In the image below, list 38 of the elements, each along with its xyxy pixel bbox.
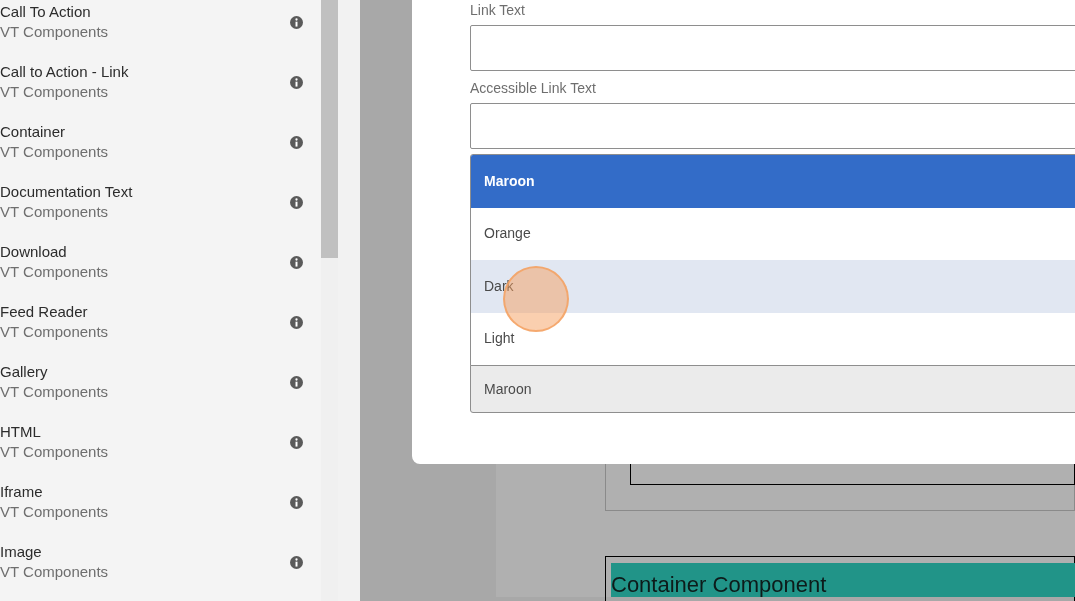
- component-group: VT Components: [0, 322, 290, 342]
- info-icon[interactable]: [290, 195, 303, 209]
- component-group: VT Components: [0, 502, 290, 522]
- component-name: Container: [0, 122, 67, 142]
- component-name: Iframe: [0, 482, 44, 502]
- text-field[interactable]: [470, 103, 1075, 149]
- info-icon[interactable]: [290, 135, 303, 149]
- info-icon[interactable]: [290, 15, 303, 29]
- field-label: Link Text: [470, 1, 526, 20]
- dropdown-option[interactable]: Maroon: [471, 155, 1075, 208]
- component-name: Documentation Text: [0, 182, 134, 202]
- field-label: Accessible Link Text: [470, 79, 597, 98]
- component-group: VT Components: [0, 562, 290, 582]
- info-icon[interactable]: [290, 315, 303, 329]
- component-group: VT Components: [0, 22, 290, 42]
- component-name: Download: [0, 242, 68, 262]
- component-name: HTML: [0, 422, 42, 442]
- scrollbar-thumb[interactable]: [321, 0, 338, 258]
- component-group: VT Components: [0, 82, 290, 102]
- component-name: Call To Action: [0, 2, 92, 22]
- component-name: Call to Action - Link: [0, 62, 130, 82]
- color-select[interactable]: Maroon: [470, 365, 1075, 413]
- info-icon[interactable]: [290, 75, 303, 89]
- text-field[interactable]: [470, 25, 1075, 71]
- component-group: VT Components: [0, 262, 290, 282]
- component-group: VT Components: [0, 382, 290, 402]
- component-group: VT Components: [0, 442, 290, 462]
- component-group: VT Components: [0, 202, 290, 222]
- component-name: Feed Reader: [0, 302, 89, 322]
- info-icon[interactable]: [290, 255, 303, 269]
- info-icon[interactable]: [290, 435, 303, 449]
- component-name: Image: [0, 542, 43, 562]
- component-name: Gallery: [0, 362, 49, 382]
- info-icon[interactable]: [290, 375, 303, 389]
- component-group: VT Components: [0, 142, 290, 162]
- container-heading: Container Component: [611, 563, 1075, 597]
- info-icon[interactable]: [290, 495, 303, 509]
- info-icon[interactable]: [290, 555, 303, 569]
